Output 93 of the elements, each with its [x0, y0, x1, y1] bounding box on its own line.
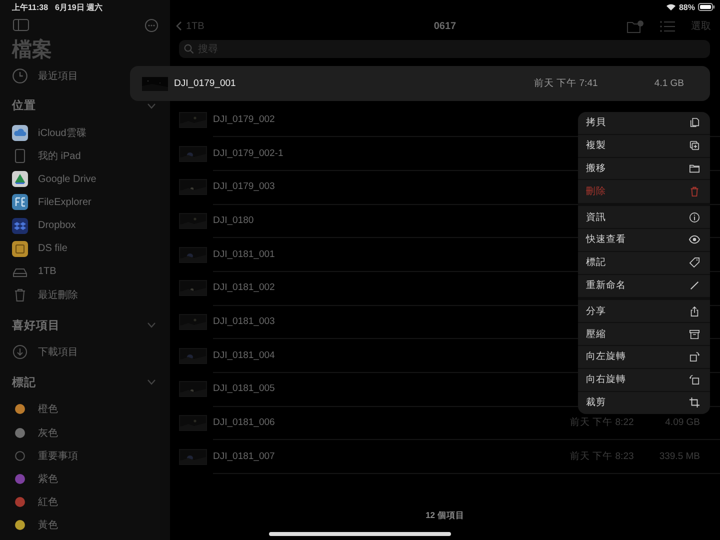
sidebar-item[interactable]: 紅色 [12, 490, 158, 514]
section-header: 標記 [12, 375, 36, 390]
archive-icon [689, 328, 700, 340]
file-date: 前天 下午 8:22 [570, 416, 635, 430]
sidebar-item[interactable]: DS file [12, 237, 158, 260]
menu-item[interactable]: 裁剪 [578, 392, 710, 414]
tag-icon [689, 257, 700, 268]
tag-outline-icon [15, 450, 25, 461]
app-icon [12, 194, 28, 210]
file-name: DJI_0181_006 [213, 417, 275, 428]
menu-item[interactable]: 分享 [578, 300, 710, 324]
triangle-app-icon [12, 171, 28, 188]
file-name: DJI_0179_002 [213, 114, 275, 125]
download-icon [12, 344, 28, 360]
section-header: 喜好項目 [12, 318, 60, 333]
menu-item[interactable]: 快速查看 [578, 228, 710, 252]
folder-title: 0617 [434, 20, 456, 32]
file-row[interactable]: DJI_0181_007 前天 下午 8:23 339.5 MB [170, 440, 720, 474]
sidebar-item[interactable]: 重要事項 [12, 444, 158, 468]
new-folder-icon[interactable] [627, 20, 644, 32]
sidebar-item[interactable]: Google Drive [12, 168, 158, 191]
sidebar-item[interactable]: 灰色 [12, 421, 158, 444]
sidebar-item[interactable]: 最近刪除 [12, 284, 158, 307]
wifi-icon [666, 3, 676, 11]
crop-icon [689, 397, 700, 408]
file-name: DJI_0179_002-1 [213, 148, 284, 159]
more-icon[interactable] [145, 18, 158, 32]
section-header: 位置 [12, 98, 36, 114]
sidebar-item[interactable]: 紫色 [12, 467, 158, 491]
sidebar-item[interactable]: 我的 iPad [12, 144, 158, 168]
chevron-left-icon [176, 21, 182, 31]
duplicate-icon [689, 140, 700, 152]
documents-icon [689, 117, 700, 128]
menu-item[interactable]: 向右旋轉 [578, 368, 710, 392]
file-name: DJI_0181_003 [213, 316, 275, 327]
menu-item[interactable]: 標記 [578, 252, 710, 275]
item-count: 12 個項目 [426, 510, 464, 522]
chevron-icon[interactable] [147, 102, 156, 109]
eye-icon [689, 234, 700, 246]
file-name: DJI_0181_007 [213, 450, 275, 462]
file-row[interactable]: DJI_0179_001 前天 下午 7:41 4.1 GB [130, 66, 710, 101]
menu-item[interactable]: 重新命名 [578, 274, 710, 298]
chevron-icon[interactable] [147, 379, 156, 386]
file-date: 前天 下午 7:41 [534, 77, 599, 90]
sidebar-item[interactable]: 黃色 [12, 514, 158, 537]
sidebar-toggle-icon[interactable] [13, 19, 29, 31]
menu-item[interactable]: 搬移 [578, 158, 710, 180]
file-name: DJI_0181_001 [213, 248, 275, 260]
trash-icon [12, 287, 28, 304]
file-name: DJI_0181_004 [213, 350, 275, 361]
sidebar-item[interactable]: FileExplorer [12, 190, 158, 214]
menu-item[interactable]: 壓縮 [578, 323, 710, 346]
tablet-icon [12, 148, 28, 164]
battery-percent: 88% [678, 2, 695, 12]
menu-item[interactable]: 資訊 [578, 206, 710, 229]
cloud-app-icon [12, 124, 28, 141]
file-name: DJI_0180 [213, 214, 254, 226]
chevron-icon[interactable] [147, 322, 156, 328]
file-size: 4.1 GB [653, 78, 684, 89]
sidebar-item[interactable]: 1TB [12, 260, 158, 284]
folder-app-icon [12, 240, 28, 257]
search-icon [184, 44, 194, 54]
menu-item[interactable]: 複製 [578, 134, 710, 158]
file-name: DJI_0181_002 [213, 282, 275, 294]
file-name: DJI_0181_005 [213, 383, 275, 394]
pencil-icon [689, 280, 700, 292]
file-date: 前天 下午 8:23 [570, 450, 635, 463]
sidebar-item[interactable]: 橙色 [12, 398, 158, 422]
clock-icon [12, 68, 28, 84]
file-name: DJI_0179_003 [213, 181, 275, 192]
status-time: 上午11:38 [12, 2, 48, 12]
sidebar-item[interactable]: iCloud雲碟 [12, 121, 158, 144]
menu-item[interactable]: 拷貝 [578, 112, 710, 135]
menu-item[interactable]: 向左旋轉 [578, 346, 710, 369]
battery-icon [698, 3, 715, 11]
sidebar-item[interactable]: 下載項目 [12, 340, 158, 364]
info-icon [689, 212, 700, 223]
sidebar-item[interactable]: 最近項目 [12, 64, 78, 88]
box-app-icon [12, 218, 28, 234]
sidebar-item[interactable]: Dropbox [12, 214, 158, 238]
list-view-icon[interactable] [660, 20, 675, 32]
menu-item[interactable]: 刪除 [578, 180, 710, 204]
rotate-left-icon [689, 351, 700, 362]
file-size: 4.09 GB [664, 417, 700, 428]
share-icon [689, 306, 700, 317]
folder-icon [689, 162, 700, 174]
file-name: DJI_0179_001 [174, 78, 237, 89]
status-date: 6月19日 週六 [55, 2, 103, 12]
sidebar-title: 檔案 [12, 37, 53, 63]
rotate-right-icon [689, 374, 700, 386]
file-size: 339.5 MB [658, 450, 700, 462]
trash-icon [689, 186, 700, 198]
back-button[interactable]: 1TB [176, 20, 204, 32]
